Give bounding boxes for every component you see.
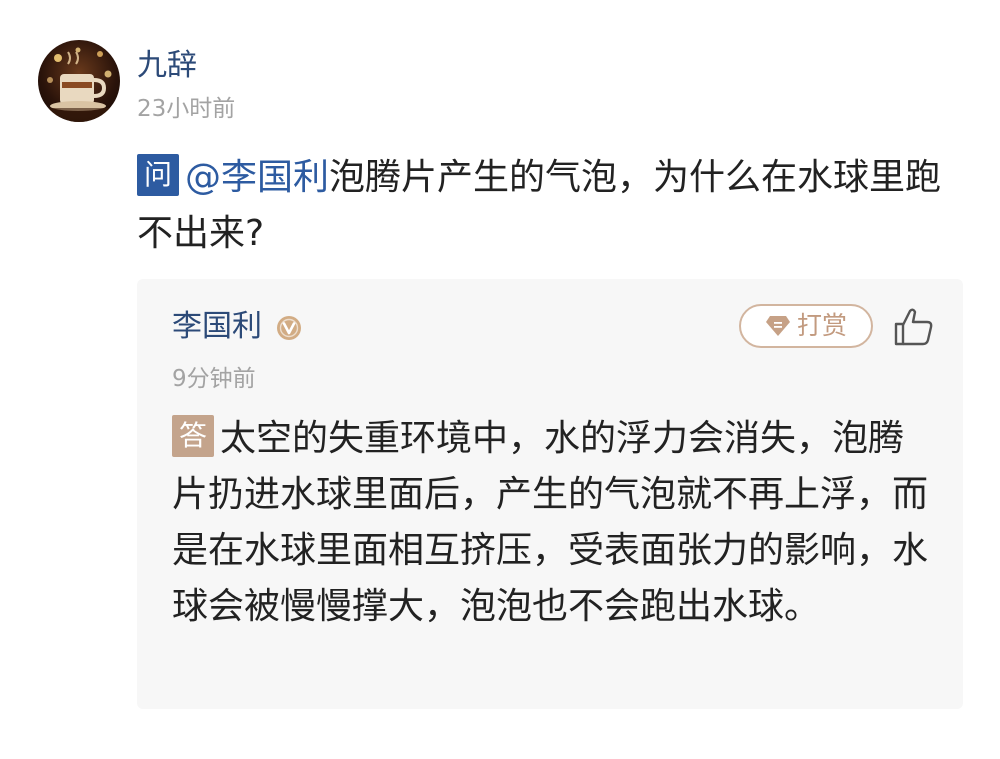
post-user-name[interactable]: 九辞 — [137, 46, 197, 86]
post-time: 23小时前 — [137, 96, 236, 122]
tip-button[interactable]: 打赏 — [739, 304, 873, 348]
verified-v-icon — [277, 316, 301, 340]
coffee-cup-avatar-icon — [38, 40, 120, 122]
answer-content: 太空的失重环境中，水的浮力会消失，泡腾片扔进水球里面后，产生的气泡就不再上浮，而… — [172, 418, 929, 627]
tip-label: 打赏 — [796, 311, 847, 340]
thumbs-up-icon[interactable] — [893, 307, 935, 347]
answer-text-block: 答太空的失重环境中，水的浮力会消失，泡腾片扔进水球里面后，产生的气泡就不再上浮，… — [172, 411, 932, 635]
answer-badge: 答 — [172, 415, 214, 457]
reply-user-name[interactable]: 李国利 — [172, 307, 262, 347]
user-avatar[interactable] — [38, 40, 120, 122]
reply-time: 9分钟前 — [172, 366, 256, 392]
question-badge: 问 — [137, 154, 179, 196]
reply-card: 李国利 打赏 9分钟前 答太空的失重环境中，水的浮力会消失，泡腾片扔进水球里面后… — [137, 279, 963, 709]
mention-link[interactable]: @李国利 — [185, 157, 329, 198]
question-text-block: 问 @李国利泡腾片产生的气泡，为什么在水球里跑不出来? — [137, 150, 967, 262]
gem-icon — [765, 316, 790, 336]
